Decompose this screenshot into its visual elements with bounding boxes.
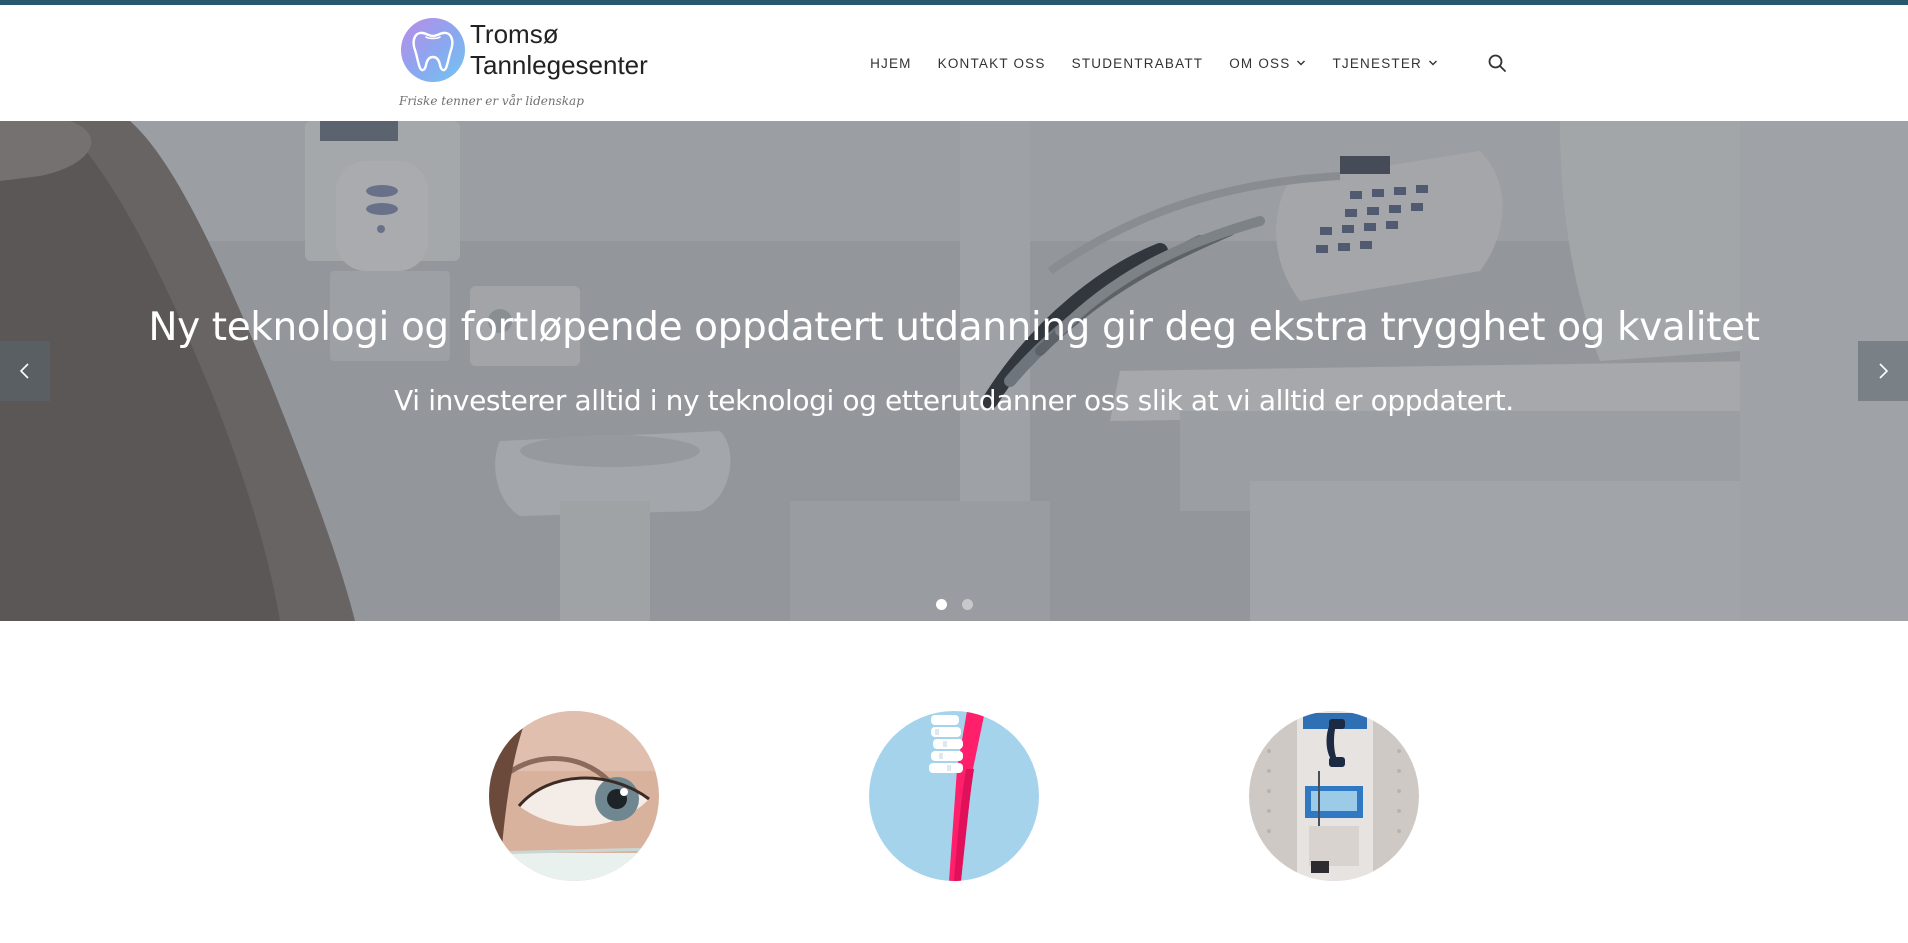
slider-prev-button[interactable] (0, 341, 50, 401)
chevron-down-icon (1429, 60, 1437, 66)
site-logo[interactable] (400, 17, 466, 83)
hero-slider: Ny teknologi og fortløpende oppdatert ut… (0, 121, 1908, 621)
feature-image-toothbrush[interactable] (869, 711, 1039, 881)
site-title-line2: Tannlegesenter (470, 50, 648, 80)
nav-item-label: OM OSS (1229, 55, 1291, 71)
main-navigation: HJEM KONTAKT OSS STUDENTRABATT OM OSS TJ… (870, 52, 1508, 74)
tooth-icon (401, 18, 465, 82)
slider-dot-1[interactable] (935, 599, 947, 610)
nav-item-kontakt-oss[interactable]: KONTAKT OSS (938, 56, 1046, 71)
site-tagline: Friske tenner er vår lidenskap (399, 94, 584, 108)
hero-overlay (0, 121, 1908, 621)
nav-item-studentrabatt[interactable]: STUDENTRABATT (1072, 56, 1204, 71)
slider-pagination (0, 599, 1908, 610)
chevron-left-icon (19, 363, 29, 379)
hero-title: Ny teknologi og fortløpende oppdatert ut… (148, 305, 1760, 350)
chevron-down-icon (1297, 60, 1306, 66)
payphone-photo (1249, 711, 1419, 881)
site-header: Tromsø Tannlegesenter Friske tenner er v… (0, 5, 1908, 121)
site-title[interactable]: Tromsø Tannlegesenter (470, 19, 648, 81)
search-button[interactable] (1486, 52, 1508, 74)
feature-image-payphone[interactable] (1249, 711, 1419, 881)
feature-circles (0, 711, 1908, 881)
nav-item-label: KONTAKT OSS (937, 55, 1046, 71)
nav-item-hjem[interactable]: HJEM (870, 56, 912, 71)
slider-next-button[interactable] (1858, 341, 1908, 401)
nav-item-om-oss[interactable]: OM OSS (1229, 56, 1306, 71)
toothbrush-photo (869, 711, 1039, 881)
feature-image-eye[interactable] (489, 711, 659, 881)
slider-dot-2[interactable] (961, 599, 973, 610)
search-icon (1488, 54, 1506, 72)
eye-and-mask-photo (489, 711, 659, 881)
chevron-right-icon (1879, 363, 1889, 379)
hero-subtitle: Vi investerer alltid i ny teknologi og e… (394, 384, 1514, 417)
nav-item-label: STUDENTRABATT (1071, 55, 1204, 71)
site-title-line1: Tromsø (470, 19, 559, 49)
nav-item-label: HJEM (870, 55, 912, 71)
nav-item-label: TJENESTER (1332, 55, 1422, 71)
nav-item-tjenester[interactable]: TJENESTER (1332, 56, 1438, 71)
